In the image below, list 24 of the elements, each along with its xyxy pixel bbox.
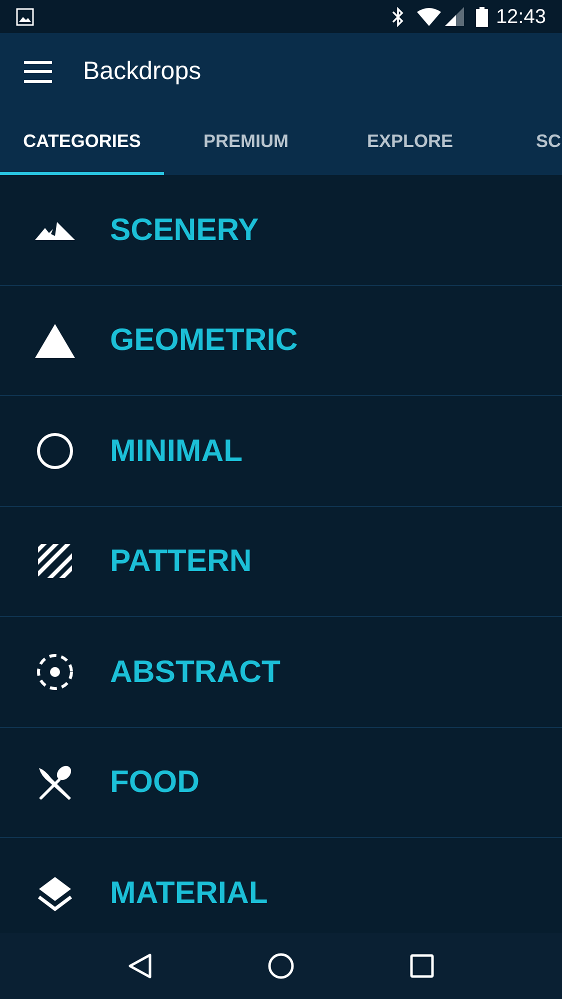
category-item[interactable]: PATTERN: [0, 506, 562, 617]
circle-icon: [35, 430, 75, 471]
menu-button[interactable]: [24, 60, 52, 82]
category-item[interactable]: MINIMAL: [0, 396, 562, 506]
category-item[interactable]: FOOD: [0, 728, 562, 838]
home-icon[interactable]: [268, 953, 294, 979]
tab[interactable]: EXPLORE: [328, 110, 492, 175]
stripes-icon: [38, 544, 72, 578]
clock: 12:43: [496, 4, 546, 30]
tab[interactable]: PREMIUM: [164, 110, 328, 175]
recents-icon[interactable]: [410, 954, 434, 978]
dashed-circle-icon: [35, 652, 75, 692]
wifi-icon: [416, 8, 441, 26]
bluetooth-icon: [390, 6, 405, 26]
category-item[interactable]: SCENERY: [0, 175, 562, 286]
back-icon[interactable]: [128, 953, 152, 979]
tab[interactable]: CATEGORIES: [0, 110, 164, 175]
category-item[interactable]: ABSTRACT: [0, 617, 562, 728]
app-title: Backdrops: [83, 56, 202, 87]
signal-icon: [444, 7, 464, 26]
tab[interactable]: SC: [492, 110, 562, 175]
category-item[interactable]: GEOMETRIC: [0, 286, 562, 396]
battery-icon: [476, 6, 488, 26]
image-icon: [16, 8, 34, 26]
